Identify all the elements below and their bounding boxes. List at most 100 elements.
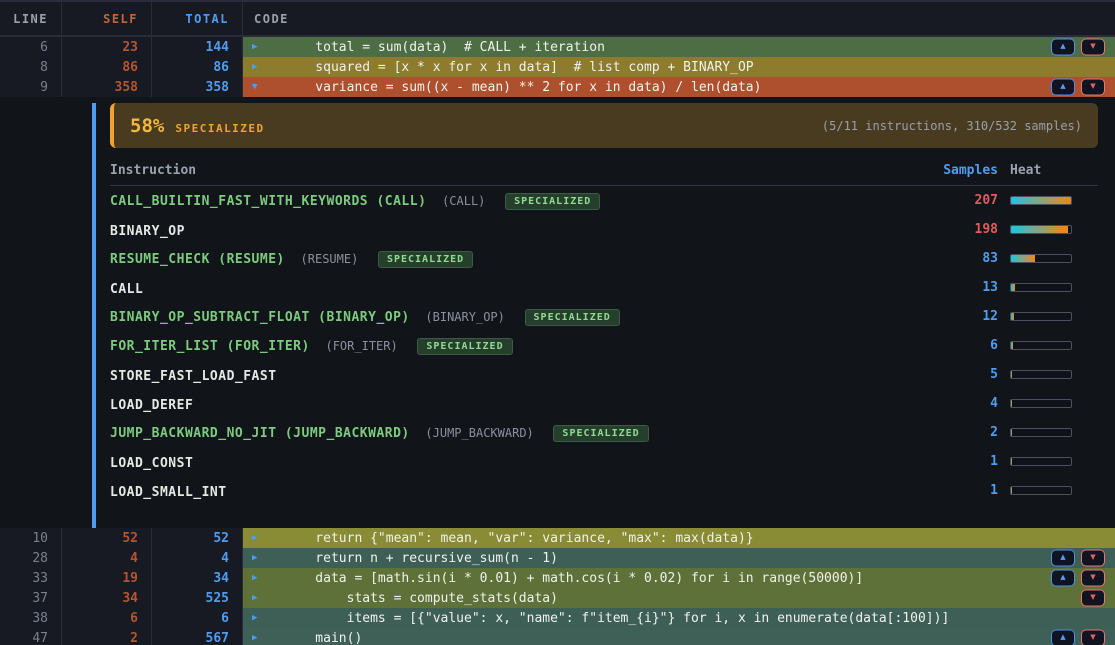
specialized-percent: 58% xyxy=(130,115,164,137)
instruction-row: LOAD_CONST 1 xyxy=(110,447,1098,476)
jump-down-button[interactable]: ▼ xyxy=(1081,79,1105,96)
source-code: data = [math.sin(i * 0.01) + math.cos(i … xyxy=(284,571,863,586)
jump-up-button[interactable]: ▲ xyxy=(1051,39,1075,56)
expand-arrow-icon[interactable]: ▶ xyxy=(252,553,284,563)
code-cell[interactable]: ▶ squared = [x * x for x in data] # list… xyxy=(243,57,1115,77)
specialized-badge: SPECIALIZED xyxy=(417,338,512,355)
instruction-sample-count: 4 xyxy=(928,396,998,411)
instruction-detail-panel: 58% SPECIALIZED (5/11 instructions, 310/… xyxy=(0,103,1115,528)
source-code: stats = compute_stats(data) xyxy=(284,591,558,606)
instruction-name: LOAD_CONST xyxy=(110,456,193,471)
expand-arrow-icon[interactable]: ▶ xyxy=(252,633,284,643)
heat-bar xyxy=(1010,341,1072,350)
instruction-sample-count: 6 xyxy=(928,338,998,353)
instruction-sample-count: 5 xyxy=(928,367,998,382)
source-code: return {"mean": mean, "var": variance, "… xyxy=(284,531,754,546)
jump-down-button[interactable]: ▼ xyxy=(1081,570,1105,587)
instruction-sample-count: 1 xyxy=(928,483,998,498)
instruction-name: LOAD_DEREF xyxy=(110,398,193,413)
jump-down-button[interactable]: ▼ xyxy=(1081,550,1105,567)
instruction-rows: CALL_BUILTIN_FAST_WITH_KEYWORDS (CALL) (… xyxy=(110,186,1098,505)
jump-down-button[interactable]: ▼ xyxy=(1081,590,1105,607)
total-samples: 525 xyxy=(152,588,243,608)
code-rows-top: 6 23 144 ▶ total = sum(data) # CALL + it… xyxy=(0,37,1115,97)
jump-up-button[interactable]: ▲ xyxy=(1051,570,1075,587)
total-samples: 6 xyxy=(152,608,243,628)
table-header: LINE SELF TOTAL CODE xyxy=(0,0,1115,37)
instruction-name: RESUME_CHECK (RESUME) xyxy=(110,252,285,267)
heat-bar-fill xyxy=(1011,458,1012,465)
instruction-sample-count: 12 xyxy=(928,309,998,324)
self-samples: 4 xyxy=(62,548,152,568)
line-number: 10 xyxy=(0,528,62,548)
self-samples: 2 xyxy=(62,628,152,645)
jump-up-button[interactable]: ▲ xyxy=(1051,79,1075,96)
heat-bar xyxy=(1010,225,1072,234)
expand-arrow-icon[interactable]: ▶ xyxy=(252,42,284,52)
instruction-base-name: (CALL) xyxy=(442,194,485,208)
expand-arrow-icon[interactable]: ▶ xyxy=(252,613,284,623)
line-number: 47 xyxy=(0,628,62,645)
expand-arrow-icon[interactable]: ▶ xyxy=(252,62,284,72)
code-line-row: 6 23 144 ▶ total = sum(data) # CALL + it… xyxy=(0,37,1115,57)
instruction-row: STORE_FAST_LOAD_FAST 5 xyxy=(110,360,1098,389)
heat-bar-fill xyxy=(1011,342,1013,349)
instruction-base-name: (FOR_ITER) xyxy=(325,339,397,353)
heat-bar xyxy=(1010,428,1072,437)
specialized-badge: SPECIALIZED xyxy=(505,193,600,210)
code-line-row: 38 6 6 ▶ items = [{"value": x, "name": f… xyxy=(0,608,1115,628)
code-cell[interactable]: ▶ data = [math.sin(i * 0.01) + math.cos(… xyxy=(243,568,1115,588)
code-cell[interactable]: ▶ main() ▲ ▼ xyxy=(243,628,1115,645)
code-line-row: 47 2 567 ▶ main() ▲ ▼ xyxy=(0,628,1115,645)
total-samples: 34 xyxy=(152,568,243,588)
instruction-row: LOAD_SMALL_INT 1 xyxy=(110,476,1098,505)
line-number: 37 xyxy=(0,588,62,608)
instruction-sample-count: 1 xyxy=(928,454,998,469)
jump-up-button[interactable]: ▲ xyxy=(1051,550,1075,567)
instruction-base-name: (BINARY_OP) xyxy=(425,310,504,324)
specialization-detail-text: (5/11 instructions, 310/532 samples) xyxy=(822,119,1082,133)
total-samples: 144 xyxy=(152,37,243,57)
instruction-name: JUMP_BACKWARD_NO_JIT (JUMP_BACKWARD) xyxy=(110,426,410,441)
heat-bar-fill xyxy=(1011,226,1068,233)
heat-bar xyxy=(1010,283,1072,292)
expand-arrow-icon[interactable]: ▶ xyxy=(252,593,284,603)
expand-arrow-icon[interactable]: ▶ xyxy=(252,573,284,583)
jump-up-button[interactable]: ▲ xyxy=(1051,630,1075,645)
expand-arrow-icon[interactable]: ▶ xyxy=(252,533,284,543)
self-samples: 19 xyxy=(62,568,152,588)
heat-bar-fill xyxy=(1011,400,1012,407)
expand-arrow-icon[interactable]: ▼ xyxy=(252,82,284,92)
code-line-row: 10 52 52 ▶ return {"mean": mean, "var": … xyxy=(0,528,1115,548)
self-samples: 6 xyxy=(62,608,152,628)
code-cell[interactable]: ▶ stats = compute_stats(data) ▲ ▼ xyxy=(243,588,1115,608)
jump-down-button[interactable]: ▼ xyxy=(1081,630,1105,645)
instruction-row: CALL_BUILTIN_FAST_WITH_KEYWORDS (CALL) (… xyxy=(110,186,1098,215)
heat-bar xyxy=(1010,399,1072,408)
instruction-name: BINARY_OP_SUBTRACT_FLOAT (BINARY_OP) xyxy=(110,310,410,325)
heat-bar xyxy=(1010,254,1072,263)
code-cell[interactable]: ▶ return n + recursive_sum(n - 1) ▲ ▼ xyxy=(243,548,1115,568)
total-samples: 86 xyxy=(152,57,243,77)
code-cell[interactable]: ▶ total = sum(data) # CALL + iteration ▲… xyxy=(243,37,1115,57)
heat-bar-fill xyxy=(1011,313,1014,320)
instruction-name: FOR_ITER_LIST (FOR_ITER) xyxy=(110,339,310,354)
jump-down-button[interactable]: ▼ xyxy=(1081,39,1105,56)
column-header-samples: Samples xyxy=(928,163,998,178)
total-samples: 4 xyxy=(152,548,243,568)
instruction-table-header: Instruction Samples Heat xyxy=(110,163,1098,186)
code-cell[interactable]: ▼ variance = sum((x - mean) ** 2 for x i… xyxy=(243,77,1115,97)
heat-bar xyxy=(1010,312,1072,321)
heat-bar xyxy=(1010,457,1072,466)
instruction-row: CALL 13 xyxy=(110,273,1098,302)
source-code: variance = sum((x - mean) ** 2 for x in … xyxy=(284,80,761,95)
line-number: 28 xyxy=(0,548,62,568)
instruction-name: CALL xyxy=(110,282,143,297)
code-cell[interactable]: ▶ return {"mean": mean, "var": variance,… xyxy=(243,528,1115,548)
instruction-name: CALL_BUILTIN_FAST_WITH_KEYWORDS (CALL) xyxy=(110,194,426,209)
instruction-name: BINARY_OP xyxy=(110,224,185,239)
code-line-row: 37 34 525 ▶ stats = compute_stats(data) … xyxy=(0,588,1115,608)
column-header-self: SELF xyxy=(62,2,152,35)
self-samples: 86 xyxy=(62,57,152,77)
code-cell[interactable]: ▶ items = [{"value": x, "name": f"item_{… xyxy=(243,608,1115,628)
